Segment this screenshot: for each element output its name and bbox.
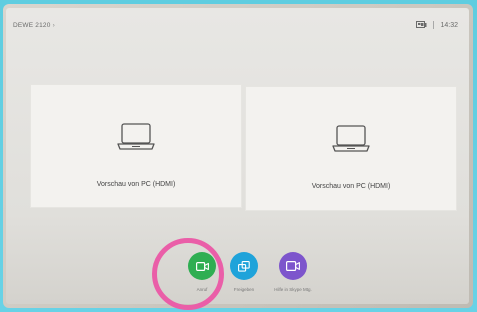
touch-screen: DEWE 2120› 14:32 Vorschau von PC (HDMI) [6, 8, 469, 304]
preview-label: Vorschau von PC (HDMI) [96, 181, 176, 188]
share-label: Freigeben [233, 287, 255, 292]
preview-label: Vorschau von PC (HDMI) [311, 183, 391, 190]
highlight-circle-annotation [152, 238, 224, 310]
laptop-icon [117, 123, 155, 150]
share-screen-icon [238, 260, 250, 272]
clock: 14:32 [440, 21, 458, 29]
room-name-label: DEWE 2120 [13, 22, 51, 29]
share-circle[interactable] [230, 252, 258, 280]
video-meeting-icon [286, 261, 300, 271]
share-button[interactable]: Freigeben [226, 252, 262, 292]
skype-circle[interactable] [279, 252, 307, 280]
divider [433, 21, 435, 29]
laptop-icon [332, 125, 370, 152]
room-name-button[interactable]: DEWE 2120 › [13, 22, 55, 29]
preview-tile-right[interactable]: Vorschau von PC (HDMI) [246, 87, 456, 210]
status-area: 14:32 [416, 21, 458, 29]
preview-tile-left[interactable]: Vorschau von PC (HDMI) [31, 85, 241, 207]
screen-share-icon[interactable] [416, 21, 427, 29]
skype-label: Hilfe in Skype Mtg. [274, 287, 312, 292]
chevron-right-icon: › [52, 22, 55, 29]
skype-meeting-button[interactable]: Hilfe in Skype Mtg. [265, 252, 321, 292]
